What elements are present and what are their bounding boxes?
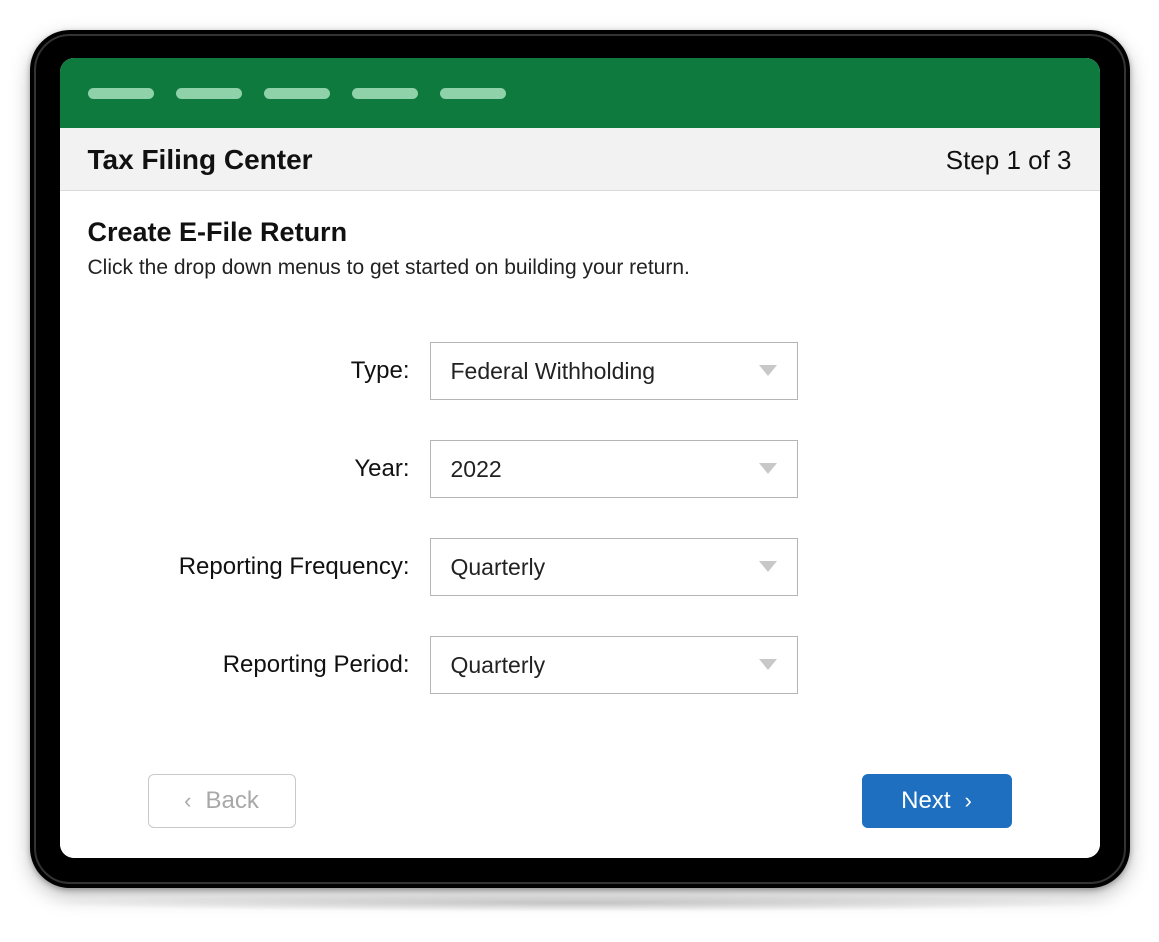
tablet-device-frame: Tax Filing Center Step 1 of 3 Create E-F… xyxy=(30,30,1130,888)
progress-pill xyxy=(352,88,418,99)
frequency-value: Quarterly xyxy=(451,554,546,581)
year-label: Year: xyxy=(88,455,430,483)
back-button[interactable]: ‹ Back xyxy=(148,774,296,828)
frequency-label: Reporting Frequency: xyxy=(88,553,430,581)
chevron-down-icon xyxy=(759,463,777,475)
progress-pill xyxy=(440,88,506,99)
chevron-right-icon: › xyxy=(965,788,972,814)
top-banner xyxy=(60,58,1100,128)
back-button-label: Back xyxy=(205,787,258,815)
main-content: Create E-File Return Click the drop down… xyxy=(60,191,1100,858)
next-button[interactable]: Next › xyxy=(862,774,1012,828)
footer-actions: ‹ Back Next › xyxy=(88,774,1072,828)
chevron-down-icon xyxy=(759,659,777,671)
period-value: Quarterly xyxy=(451,652,546,679)
chevron-left-icon: ‹ xyxy=(184,788,191,814)
screen: Tax Filing Center Step 1 of 3 Create E-F… xyxy=(60,58,1100,858)
step-indicator: Step 1 of 3 xyxy=(946,145,1072,176)
type-label: Type: xyxy=(88,357,430,385)
page-title: Tax Filing Center xyxy=(88,144,313,176)
period-label: Reporting Period: xyxy=(88,651,430,679)
period-dropdown[interactable]: Quarterly xyxy=(430,636,798,694)
progress-pill xyxy=(176,88,242,99)
chevron-down-icon xyxy=(759,561,777,573)
form-row-year: Year: 2022 xyxy=(88,440,1072,498)
form-row-type: Type: Federal Withholding xyxy=(88,342,1072,400)
form-row-period: Reporting Period: Quarterly xyxy=(88,636,1072,694)
frequency-dropdown[interactable]: Quarterly xyxy=(430,538,798,596)
year-dropdown[interactable]: 2022 xyxy=(430,440,798,498)
type-dropdown[interactable]: Federal Withholding xyxy=(430,342,798,400)
type-value: Federal Withholding xyxy=(451,358,656,385)
chevron-down-icon xyxy=(759,365,777,377)
page-header: Tax Filing Center Step 1 of 3 xyxy=(60,128,1100,191)
next-button-label: Next xyxy=(901,787,950,815)
section-subtitle: Click the drop down menus to get started… xyxy=(88,256,1072,280)
year-value: 2022 xyxy=(451,456,502,483)
form-row-frequency: Reporting Frequency: Quarterly xyxy=(88,538,1072,596)
form-area: Type: Federal Withholding Year: 2022 xyxy=(88,342,1072,694)
progress-pill xyxy=(88,88,154,99)
progress-pill xyxy=(264,88,330,99)
section-title: Create E-File Return xyxy=(88,217,1072,248)
device-shadow xyxy=(30,894,1130,912)
